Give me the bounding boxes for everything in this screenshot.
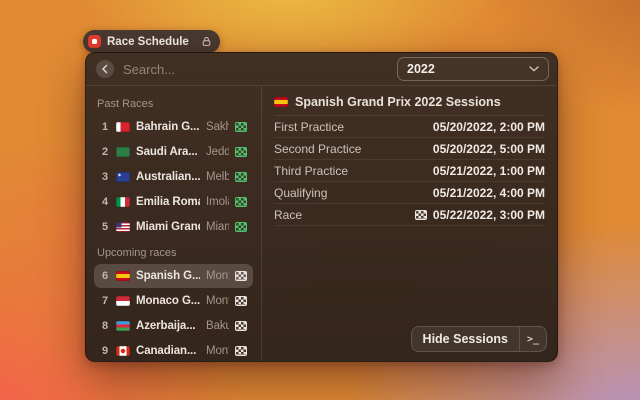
race-name: Bahrain G... <box>136 121 200 133</box>
finished-checkered-flag-icon <box>235 197 247 207</box>
session-row-second-practice[interactable]: Second Practice 05/20/2022, 5:00 PM <box>274 138 545 160</box>
race-number: 5 <box>100 221 110 233</box>
race-row-azerbaijan[interactable]: 8 Azerbaija... Baku, Azerb... <box>94 314 253 338</box>
session-row-qualifying[interactable]: Qualifying 05/21/2022, 4:00 PM <box>274 182 545 204</box>
race-location: Imola, Italy <box>206 196 229 208</box>
race-location: Jeddah, Sa... <box>206 146 229 158</box>
app-icon <box>88 35 101 48</box>
race-location: Monte-Carl... <box>206 295 229 307</box>
canada-flag-icon <box>116 346 130 356</box>
window-tab[interactable]: Race Schedule <box>83 30 220 53</box>
session-datetime: 05/20/2022, 5:00 PM <box>433 142 545 156</box>
session-label: Race <box>274 208 302 222</box>
race-number: 7 <box>100 295 110 307</box>
race-location: Montmeló,... <box>206 270 229 282</box>
race-name: Australian... <box>136 171 200 183</box>
desktop-wallpaper: { "colors": { "accent_red": "#e23b2e", "… <box>0 0 640 400</box>
race-number: 1 <box>100 121 110 133</box>
finished-checkered-flag-icon <box>235 122 247 132</box>
race-row-australia[interactable]: 3 Australian... Melbourne,... <box>94 165 253 189</box>
azerbaijan-flag-icon <box>116 321 130 331</box>
finished-checkered-flag-icon <box>235 222 247 232</box>
window-tab-title: Race Schedule <box>107 36 189 48</box>
session-row-first-practice[interactable]: First Practice 05/20/2022, 2:00 PM <box>274 116 545 138</box>
race-row-miami[interactable]: 5 Miami Grand... Miami, USA <box>94 215 253 239</box>
spain-flag-icon <box>116 271 130 281</box>
lock-icon[interactable] <box>195 36 212 47</box>
finished-checkered-flag-icon <box>235 147 247 157</box>
race-number: 2 <box>100 146 110 158</box>
race-name: Azerbaija... <box>136 320 200 332</box>
monaco-flag-icon <box>116 296 130 306</box>
session-row-race[interactable]: Race 05/22/2022, 3:00 PM <box>274 204 545 226</box>
sessions-title: Spanish Grand Prix 2022 Sessions <box>295 95 501 109</box>
session-label: Third Practice <box>274 164 348 178</box>
race-row-canada[interactable]: 9 Canadian... Montreal, C... <box>94 339 253 362</box>
hide-sessions-button[interactable]: Hide Sessions <box>412 327 519 351</box>
usa-flag-icon <box>116 222 130 232</box>
race-name: Spanish G... <box>136 270 200 282</box>
race-location: Miami, USA <box>206 221 229 233</box>
race-name: Saudi Ara... <box>136 146 200 158</box>
race-list: Past Races 1 Bahrain G... Sakhir, Bahr..… <box>86 86 262 362</box>
finished-checkered-flag-icon <box>235 172 247 182</box>
race-location: Montreal, C... <box>206 345 229 357</box>
race-schedule-window: Search... 2022 Past Races 1 Bahrain G...… <box>85 52 558 362</box>
sessions-pane: Spanish Grand Prix 2022 Sessions First P… <box>262 86 557 362</box>
race-name: Emilia Roma... <box>136 196 200 208</box>
race-number: 4 <box>100 196 110 208</box>
footer-actions: Hide Sessions >_ <box>411 326 547 352</box>
checkered-flag-icon <box>415 210 427 220</box>
race-number: 8 <box>100 320 110 332</box>
race-location: Melbourne,... <box>206 171 229 183</box>
upcoming-checkered-flag-icon <box>235 296 247 306</box>
race-row-bahrain[interactable]: 1 Bahrain G... Sakhir, Bahr... <box>94 115 253 139</box>
race-name: Canadian... <box>136 345 200 357</box>
race-location: Sakhir, Bahr... <box>206 121 229 133</box>
upcoming-checkered-flag-icon <box>235 271 247 281</box>
race-row-monaco[interactable]: 7 Monaco G... Monte-Carl... <box>94 289 253 313</box>
terminal-shortcut-button[interactable]: >_ <box>520 327 546 351</box>
search-input[interactable]: Search... <box>123 62 388 77</box>
session-label: Second Practice <box>274 142 361 156</box>
year-dropdown[interactable]: 2022 <box>397 57 549 81</box>
race-number: 3 <box>100 171 110 183</box>
race-row-emilia-romagna[interactable]: 4 Emilia Roma... Imola, Italy <box>94 190 253 214</box>
session-datetime: 05/21/2022, 4:00 PM <box>433 186 545 200</box>
australia-flag-icon <box>116 172 130 182</box>
back-button[interactable] <box>96 60 114 78</box>
session-datetime: 05/21/2022, 1:00 PM <box>433 164 545 178</box>
session-label: First Practice <box>274 120 344 134</box>
session-label: Qualifying <box>274 186 327 200</box>
race-row-saudi-arabia[interactable]: 2 Saudi Ara... Jeddah, Sa... <box>94 140 253 164</box>
italy-flag-icon <box>116 197 130 207</box>
session-datetime: 05/22/2022, 3:00 PM <box>415 208 545 222</box>
race-name: Monaco G... <box>136 295 200 307</box>
race-location: Baku, Azerb... <box>206 320 229 332</box>
sessions-header: Spanish Grand Prix 2022 Sessions <box>274 89 545 116</box>
bahrain-flag-icon <box>116 122 130 132</box>
chevron-down-icon <box>529 66 539 72</box>
spain-flag-icon <box>274 97 288 107</box>
section-past-races: Past Races <box>97 98 250 110</box>
race-row-spain-selected[interactable]: 6 Spanish G... Montmeló,... <box>94 264 253 288</box>
race-number: 6 <box>100 270 110 282</box>
upcoming-checkered-flag-icon <box>235 346 247 356</box>
race-number: 9 <box>100 345 110 357</box>
year-dropdown-value: 2022 <box>407 62 435 76</box>
section-upcoming-races: Upcoming races <box>97 247 250 259</box>
session-row-third-practice[interactable]: Third Practice 05/21/2022, 1:00 PM <box>274 160 545 182</box>
saudi-arabia-flag-icon <box>116 147 130 157</box>
window-body: Past Races 1 Bahrain G... Sakhir, Bahr..… <box>86 86 557 362</box>
window-header: Search... 2022 <box>86 53 557 86</box>
session-datetime: 05/20/2022, 2:00 PM <box>433 120 545 134</box>
race-name: Miami Grand... <box>136 221 200 233</box>
upcoming-checkered-flag-icon <box>235 321 247 331</box>
